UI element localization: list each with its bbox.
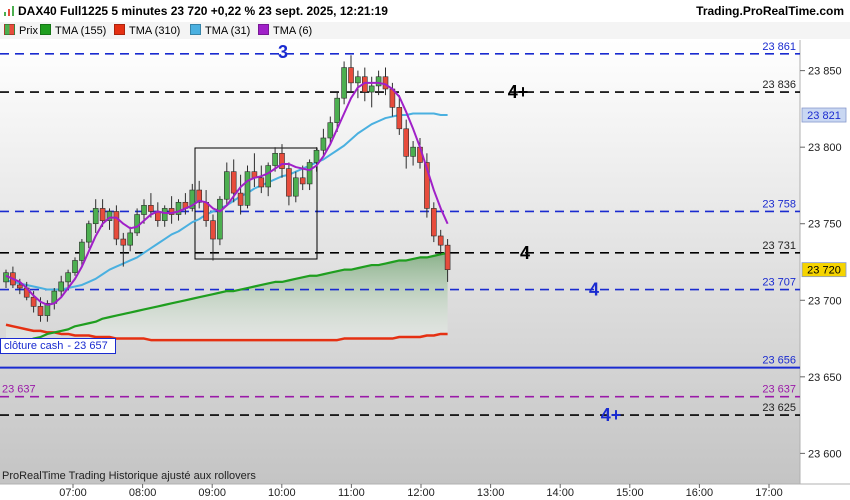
candle-body [120, 238, 127, 246]
level-label: 23 836 [762, 79, 796, 91]
candle-body [348, 67, 354, 84]
x-tick-label: 15:00 [616, 487, 644, 499]
y-tick-label: 23 800 [808, 142, 842, 154]
y-tick-label: 23 650 [808, 372, 842, 384]
level-label: 23 656 [762, 355, 796, 367]
cash-close-label: clôture cash - 23 657 [0, 338, 116, 354]
legend-swatch-tma31 [190, 24, 201, 35]
candle-body [58, 281, 65, 292]
candle-body [355, 76, 361, 84]
level-label: 23 707 [762, 277, 796, 289]
candle-body [320, 137, 327, 151]
indicator-legend: Prix TMA (155) TMA (310) TMA (31) TMA (6… [0, 22, 850, 39]
tma31-price-text: 23 821 [807, 110, 841, 122]
legend-swatch-tma310 [114, 24, 125, 35]
candle-body [382, 76, 389, 90]
level-label: 23 758 [762, 198, 796, 210]
candle-body [306, 162, 313, 185]
level-tag: 3 [278, 42, 288, 62]
level-label: 23 637 [762, 384, 796, 396]
candle-body [30, 296, 37, 307]
candle-body [113, 211, 120, 240]
candle-body [292, 177, 299, 197]
purple-level-left-label: 23 637 [2, 384, 36, 396]
legend-swatch-prix [4, 24, 15, 35]
legend-item-prix[interactable]: Prix [4, 24, 38, 37]
candle-body [92, 208, 99, 225]
legend-item-tma6[interactable]: TMA (6) [258, 24, 312, 37]
y-tick-label: 23 600 [808, 448, 842, 460]
candle-body [244, 171, 251, 206]
x-tick-label: 14:00 [546, 487, 574, 499]
candle-body [127, 232, 133, 246]
price-chart[interactable]: 23 600 23 650 23 700 23 750 23 800 23 850 07:0… [0, 0, 850, 500]
candle-body [224, 171, 230, 200]
candle-body [79, 241, 85, 261]
candle-body [72, 260, 78, 274]
candle-body [430, 208, 437, 237]
level-label: 23 731 [762, 240, 796, 252]
x-tick-label: 13:00 [477, 487, 505, 499]
candle-body [272, 152, 278, 166]
current-price-text: 23 720 [807, 265, 841, 277]
legend-swatch-tma155 [40, 24, 51, 35]
y-tick-label: 23 750 [808, 219, 842, 231]
candle-body [86, 223, 92, 243]
x-tick-label: 10:00 [268, 487, 296, 499]
level-tag: 4 [520, 243, 530, 263]
candle-body [230, 171, 237, 194]
candle-body [299, 177, 306, 185]
chart-window: 23 600 23 650 23 700 23 750 23 800 23 850 07:0… [0, 0, 850, 500]
chart-menu-icon[interactable] [4, 6, 14, 16]
candle-body [148, 205, 154, 212]
x-tick-label: 11:00 [338, 487, 365, 499]
candle-body [410, 146, 416, 157]
candle-body [16, 284, 23, 289]
candle-body [37, 306, 44, 316]
legend-item-tma31[interactable]: TMA (31) [190, 24, 250, 37]
candle-body [258, 177, 265, 188]
title-bar: DAX40 Full1225 5 minutes 23 720 +0,22 % … [0, 0, 850, 23]
source-label: Trading.ProRealTime.com [696, 4, 844, 18]
level-tag: 4+ [508, 82, 529, 102]
y-tick-label: 23 700 [808, 295, 842, 307]
x-tick-label: 09:00 [198, 487, 226, 499]
x-tick-label: 17:00 [755, 487, 783, 499]
level-label: 23 861 [762, 41, 796, 53]
footnote: ProRealTime Trading Historique ajusté au… [2, 470, 256, 482]
candle-body [375, 76, 382, 87]
chart-title: DAX40 Full1225 5 minutes 23 720 +0,22 % … [4, 4, 388, 18]
candle-body [141, 205, 147, 215]
candle-body [237, 192, 244, 206]
legend-item-tma310[interactable]: TMA (310) [114, 24, 180, 37]
candle-body [368, 85, 375, 93]
candle-body [334, 97, 341, 123]
candle-body [313, 149, 320, 163]
candle-body [403, 128, 410, 157]
candle-body [65, 272, 71, 283]
level-label: 23 625 [762, 402, 796, 414]
candle-body [134, 214, 140, 234]
candle-body [396, 107, 403, 130]
candle-body [210, 220, 216, 240]
x-tick-label: 16:00 [686, 487, 714, 499]
x-tick-label: 07:00 [59, 487, 87, 499]
candle-body [327, 122, 334, 139]
candle-body [217, 198, 223, 240]
candle-body [161, 208, 168, 221]
level-tag: 4 [589, 280, 599, 300]
candle-body [265, 165, 272, 188]
level-tag: 4+ [601, 405, 622, 425]
candle-body [99, 208, 106, 221]
candle-body [286, 168, 292, 197]
x-tick-label: 08:00 [129, 487, 157, 499]
price-axis-background [800, 40, 850, 484]
candle-body [341, 67, 347, 99]
legend-item-tma155[interactable]: TMA (155) [40, 24, 106, 37]
legend-swatch-tma6 [258, 24, 269, 35]
y-tick-label: 23 850 [808, 66, 842, 78]
x-tick-label: 12:00 [407, 487, 435, 499]
candle-body [437, 235, 444, 246]
candle-body [444, 244, 451, 270]
